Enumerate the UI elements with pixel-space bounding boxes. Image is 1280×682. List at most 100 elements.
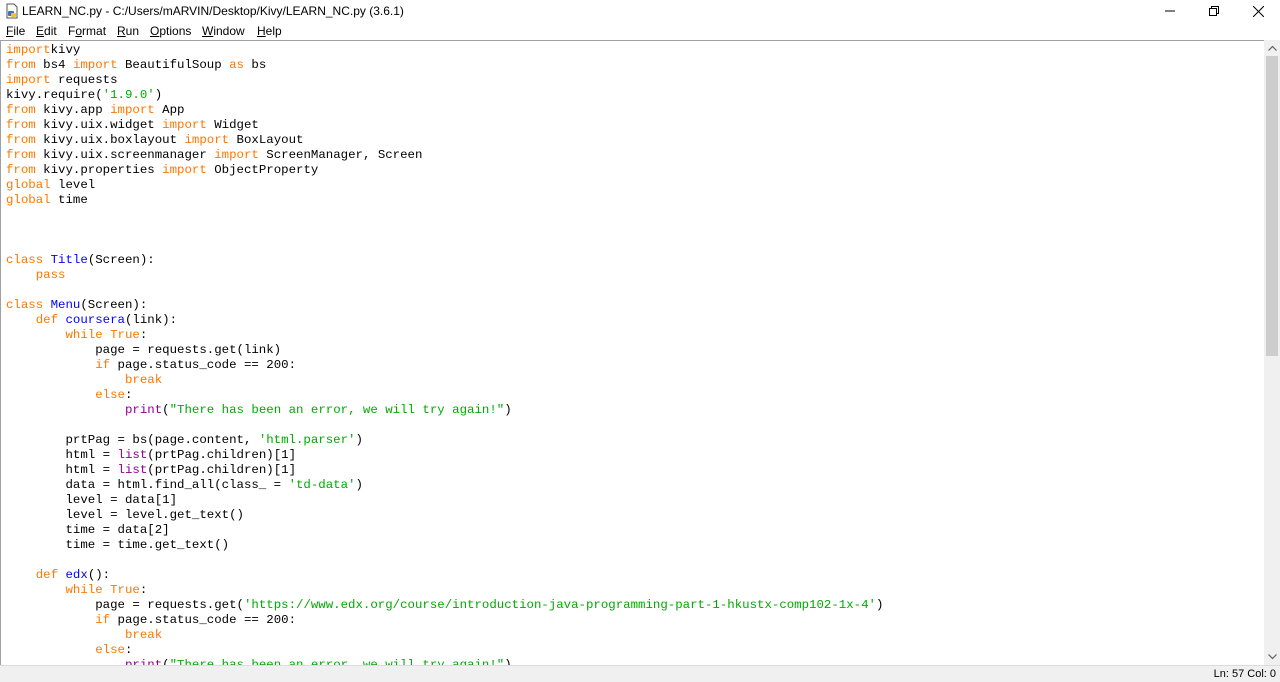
code-token: print (124, 658, 163, 665)
code-line: prtPag = bs(page.content, 'html.parser') (6, 433, 363, 447)
code-token: break (124, 628, 163, 642)
code-token: (Screen): (80, 298, 148, 312)
code-token: def (35, 568, 59, 582)
menu-options[interactable]: Options (150, 24, 191, 38)
code-token: kivy.require( (6, 88, 103, 102)
code-token: bs4 (35, 58, 73, 72)
code-token: kivy.uix.widget (35, 118, 163, 132)
code-editor[interactable]: importkivy from bs4 import BeautifulSoup… (0, 40, 1264, 665)
code-text[interactable]: importkivy from bs4 import BeautifulSoup… (6, 43, 883, 665)
code-line: else: (6, 643, 132, 657)
menu-run[interactable]: Run (117, 24, 139, 38)
menu-edit[interactable]: Edit (36, 24, 57, 38)
code-line: from kivy.app import App (6, 103, 184, 117)
code-line: data = html.find_all(class_ = 'td-data') (6, 478, 363, 492)
restore-button[interactable] (1192, 0, 1236, 22)
code-line: pass (6, 268, 66, 282)
code-token: from (6, 58, 36, 72)
code-line: from kivy.uix.boxlayout import BoxLayout (6, 133, 303, 147)
code-line: page = requests.get(link) (6, 343, 281, 357)
code-token: 'td-data' (288, 478, 356, 492)
code-line: if page.status_code == 200: (6, 358, 296, 372)
code-token: coursera (65, 313, 126, 327)
code-token: ) (355, 433, 363, 447)
menu-window[interactable]: Window (202, 24, 245, 38)
code-token: level (50, 178, 96, 192)
close-icon (1252, 5, 1264, 17)
code-line: from bs4 import BeautifulSoup as bs (6, 58, 266, 72)
code-token: list (117, 448, 148, 462)
code-token: ) (504, 658, 512, 665)
code-line: global level (6, 178, 95, 192)
close-button[interactable] (1236, 0, 1280, 22)
code-token: while (65, 583, 103, 597)
code-token: BoxLayout (229, 133, 304, 147)
code-token: '1.9.0' (102, 88, 155, 102)
code-line: page = requests.get('https://www.edx.org… (6, 598, 883, 612)
code-token: list (117, 463, 148, 477)
code-token: (link): (125, 313, 178, 327)
minimize-button[interactable] (1148, 0, 1192, 22)
code-token: class (6, 298, 44, 312)
code-token: edx (65, 568, 88, 582)
scroll-up-button[interactable] (1264, 40, 1280, 56)
code-token: from (6, 118, 36, 132)
code-token: break (124, 373, 163, 387)
cursor-position: Ln: 57 Col: 0 (1213, 668, 1276, 680)
code-line: else: (6, 388, 132, 402)
code-token: : (124, 643, 133, 657)
code-token: ) (355, 478, 363, 492)
code-token: : (139, 328, 148, 342)
code-token: time = time.get_text() (6, 538, 230, 552)
code-token: True (110, 583, 140, 597)
code-token: kivy.uix.screenmanager (35, 148, 215, 162)
code-line: class Menu(Screen): (6, 298, 147, 312)
title-bar[interactable]: LEARN_NC.py - C:/Users/mARVIN/Desktop/Ki… (0, 0, 1280, 22)
scrollbar-thumb[interactable] (1266, 56, 1278, 356)
code-token: import (162, 163, 207, 177)
code-token: else (95, 388, 125, 402)
code-token: kivy.uix.boxlayout (35, 133, 185, 147)
code-token: if (95, 613, 111, 627)
code-token: from (6, 103, 36, 117)
code-token: page.status_code == 200: (110, 613, 296, 627)
code-token: prtPag = bs(page.content, (6, 433, 259, 447)
code-line: html = list(prtPag.children)[1] (6, 448, 296, 462)
code-token: : (139, 583, 148, 597)
code-token: ( (162, 658, 170, 665)
vertical-scrollbar[interactable] (1264, 40, 1280, 665)
scroll-down-button[interactable] (1264, 649, 1280, 665)
code-line: html = list(prtPag.children)[1] (6, 463, 296, 477)
code-token: from (6, 163, 36, 177)
minimize-icon (1165, 10, 1175, 12)
code-token: Title (50, 253, 88, 267)
code-token: Menu (50, 298, 81, 312)
code-line: global time (6, 193, 88, 207)
code-token: 'https://www.edx.org/course/introduction… (243, 598, 876, 612)
code-token: html = (6, 463, 118, 477)
code-token: kivy.properties (35, 163, 163, 177)
window-title: LEARN_NC.py - C:/Users/mARVIN/Desktop/Ki… (22, 4, 404, 18)
code-token: import (6, 73, 51, 87)
menu-help[interactable]: Help (257, 24, 282, 38)
code-line: print("There has been an error, we will … (6, 658, 512, 665)
code-token: if (95, 358, 111, 372)
code-token: ) (154, 88, 163, 102)
code-line: importkivy (6, 43, 80, 57)
code-token: global (6, 193, 51, 207)
code-line: level = level.get_text() (6, 508, 243, 522)
code-token: BeautifulSoup (117, 58, 230, 72)
python-file-icon (6, 3, 18, 19)
code-token: def (35, 313, 59, 327)
menu-file[interactable]: File (6, 24, 25, 38)
code-line: level = data[1] (6, 493, 177, 507)
code-token: (prtPag.children)[1] (147, 448, 297, 462)
menu-format[interactable]: Format (68, 24, 106, 38)
